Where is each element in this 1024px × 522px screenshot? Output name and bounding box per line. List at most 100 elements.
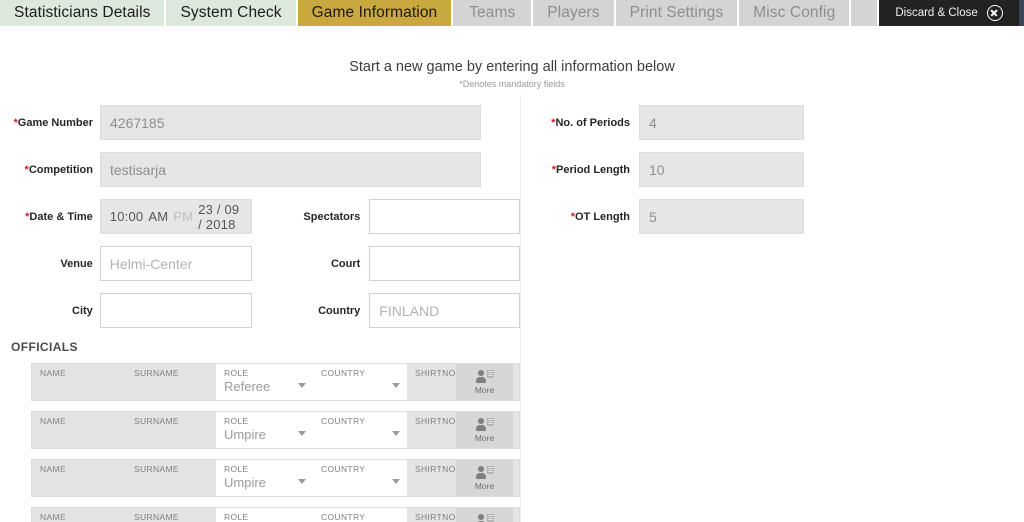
date-time-input[interactable]: 10:00 AM PM 23 / 09 / 2018	[99, 199, 252, 234]
tab-game-information[interactable]: Game Information	[297, 0, 454, 26]
page-title: Start a new game by entering all informa…	[349, 59, 675, 75]
surname-caption: SURNAME	[134, 416, 179, 426]
competition-input[interactable]: testisarja	[100, 152, 481, 187]
close-circle-icon	[986, 5, 1003, 21]
shirtno-caption: SHIRTNO	[415, 464, 456, 474]
name-caption: NAME	[40, 512, 66, 522]
ot-length-input[interactable]: 5	[639, 199, 804, 234]
ot-length-label: *OT Length	[570, 210, 630, 223]
official-name-cell[interactable]: NAME	[32, 364, 126, 400]
official-shirtno-cell[interactable]: SHIRTNO	[407, 460, 456, 496]
contact-card-icon	[475, 513, 494, 522]
tab-print-settings[interactable]: Print Settings	[615, 0, 740, 26]
tab-label: Teams	[469, 4, 516, 21]
date-value[interactable]: 23 / 09 / 2018	[198, 202, 241, 232]
city-input[interactable]	[99, 293, 252, 328]
role-caption: ROLE	[224, 416, 249, 426]
field-row-city-country: City Country FINLAND	[0, 293, 520, 328]
official-shirtno-cell[interactable]: SHIRTNO	[407, 508, 456, 522]
tab-misc-config[interactable]: Misc Config	[739, 0, 852, 26]
tab-teams[interactable]: Teams	[453, 0, 534, 26]
official-surname-cell[interactable]: SURNAME	[126, 412, 216, 448]
surname-caption: SURNAME	[134, 512, 179, 522]
page-subtitle: *Denotes mandatory fields	[459, 79, 565, 89]
official-role-select[interactable]: ROLE Umpire	[216, 412, 313, 448]
more-label: More	[474, 384, 495, 395]
game-number-value: 4267185	[110, 114, 165, 131]
table-row: NAME SURNAME ROLE Umpire COUNTRY SHIRTNO …	[31, 459, 520, 497]
form-right-column: *No. of Periods 4 *Period Length 10 *OT …	[521, 105, 1024, 246]
discard-and-close-button[interactable]: Discard & Close	[879, 0, 1019, 26]
period-length-value: 10	[649, 161, 665, 178]
field-row-game-number: *Game Number 4267185	[0, 105, 520, 140]
official-surname-cell[interactable]: SURNAME	[126, 508, 216, 522]
no-of-periods-label: *No. of Periods	[551, 116, 630, 129]
pm-indicator[interactable]: PM	[173, 209, 193, 224]
city-label: City	[72, 304, 93, 317]
tab-players[interactable]: Players	[533, 0, 616, 26]
main-tab-bar: Statisticians Details System Check Game …	[0, 0, 1024, 26]
chevron-down-icon[interactable]	[298, 383, 306, 388]
surname-caption: SURNAME	[134, 368, 179, 378]
official-more-button[interactable]: More	[456, 508, 513, 522]
competition-label: *Competition	[24, 163, 93, 176]
tab-statisticians-details[interactable]: Statisticians Details	[0, 0, 167, 26]
chevron-down-icon[interactable]	[392, 431, 400, 436]
official-name-cell[interactable]: NAME	[32, 508, 126, 522]
date-time-label: *Date & Time	[25, 210, 93, 223]
spectators-label: Spectators	[303, 210, 361, 223]
time-value[interactable]: 10:00	[110, 209, 144, 224]
venue-input[interactable]: Helmi-Center	[99, 246, 252, 281]
country-label: Country	[318, 304, 361, 317]
official-country-select[interactable]: COUNTRY	[313, 460, 407, 496]
am-indicator[interactable]: AM	[148, 209, 168, 224]
tab-label: Game Information	[311, 4, 438, 21]
official-role-value: Referee	[224, 379, 271, 394]
field-row-no-of-periods: *No. of Periods 4	[521, 105, 1024, 140]
field-row-period-length: *Period Length 10	[521, 152, 1024, 187]
official-country-select[interactable]: COUNTRY	[313, 364, 407, 400]
official-role-select[interactable]: ROLE Referee	[216, 364, 313, 400]
official-more-button[interactable]: More	[456, 460, 513, 496]
spectators-input[interactable]	[369, 199, 520, 234]
official-name-cell[interactable]: NAME	[32, 412, 126, 448]
official-role-select[interactable]: ROLECommissioner	[216, 508, 313, 522]
name-caption: NAME	[40, 368, 66, 378]
period-length-input[interactable]: 10	[639, 152, 804, 187]
official-more-button[interactable]: More	[456, 412, 513, 448]
name-caption: NAME	[40, 416, 66, 426]
official-country-select[interactable]: COUNTRY	[313, 508, 407, 522]
game-number-input[interactable]: 4267185	[100, 105, 481, 140]
field-row-venue-court: Venue Helmi-Center Court	[0, 246, 520, 281]
no-of-periods-input[interactable]: 4	[639, 105, 804, 140]
tab-bar-spacer	[851, 0, 880, 26]
court-input[interactable]	[369, 246, 520, 281]
chevron-down-icon[interactable]	[392, 479, 400, 484]
official-surname-cell[interactable]: SURNAME	[126, 364, 216, 400]
chevron-down-icon[interactable]	[298, 431, 306, 436]
contact-card-icon	[475, 465, 494, 480]
save-and-next-button[interactable]: Save & Next	[1018, 0, 1024, 26]
official-name-cell[interactable]: NAME	[32, 460, 126, 496]
official-more-button[interactable]: More	[456, 364, 513, 400]
official-shirtno-cell[interactable]: SHIRTNO	[407, 412, 456, 448]
official-country-select[interactable]: COUNTRY	[313, 412, 407, 448]
more-label: More	[474, 432, 495, 443]
country-value: FINLAND	[379, 302, 440, 319]
shirtno-caption: SHIRTNO	[415, 416, 456, 426]
official-role-select[interactable]: ROLE Umpire	[216, 460, 313, 496]
officials-section-title: OFFICIALS	[11, 340, 78, 354]
tab-system-check[interactable]: System Check	[166, 0, 298, 26]
shirtno-caption: SHIRTNO	[415, 368, 456, 378]
contact-card-icon	[475, 369, 494, 384]
chevron-down-icon[interactable]	[392, 383, 400, 388]
ot-length-value: 5	[649, 208, 657, 225]
country-input[interactable]: FINLAND	[369, 293, 520, 328]
period-length-label: *Period Length	[551, 163, 630, 176]
venue-label: Venue	[60, 257, 93, 270]
official-shirtno-cell[interactable]: SHIRTNO	[407, 364, 456, 400]
discard-label: Discard & Close	[895, 7, 978, 19]
country-caption: COUNTRY	[321, 512, 366, 522]
official-surname-cell[interactable]: SURNAME	[126, 460, 216, 496]
chevron-down-icon[interactable]	[298, 479, 306, 484]
